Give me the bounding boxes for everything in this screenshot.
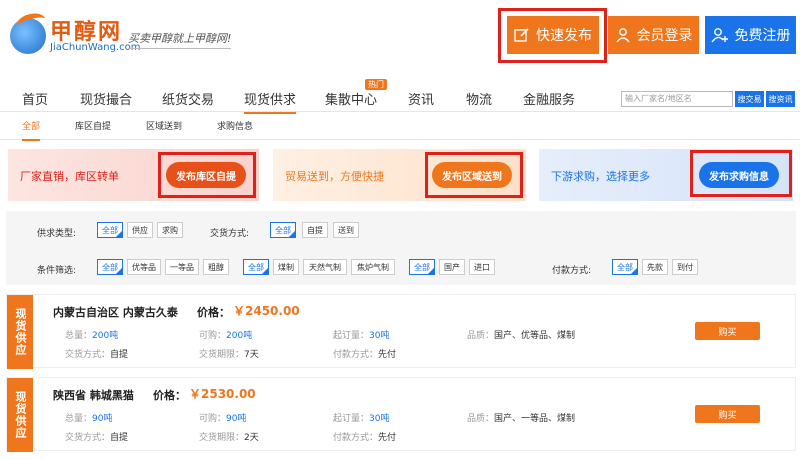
listing-price: ￥2530.00 [189, 387, 256, 401]
logo-english-name: JiaChunWang.com [50, 42, 141, 53]
supply-type-option-supply[interactable]: 供应 [127, 222, 153, 238]
quality-field: 品质：国产、一等品、煤制 [467, 414, 576, 424]
tab-warehouse-pickup[interactable]: 库区自提 [75, 119, 111, 132]
payment-field: 付款方式：先付 [333, 433, 397, 443]
banner-warehouse: 厂家直销，库区转单 发布库区自提 [8, 149, 259, 201]
search-news-button[interactable]: 搜资讯 [766, 91, 795, 107]
publish-regional-delivery-button[interactable]: 发布区域送到 [432, 162, 512, 188]
payment-option-prepay[interactable]: 先款 [642, 259, 668, 275]
listing-card: 现货供应 陕西省 韩城黑猫 价格： ￥2530.00 总量：90吨 可购：90吨… [6, 377, 796, 452]
tab-regional-delivery[interactable]: 区域送到 [146, 119, 182, 132]
price-label: 价格： [197, 306, 230, 319]
process-option-natural-gas[interactable]: 天然气制 [303, 259, 347, 275]
publish-warehouse-pickup-button[interactable]: 发布库区自提 [166, 162, 246, 188]
listing-type-tag: 现货供应 [7, 295, 33, 369]
payment-option-cod[interactable]: 到付 [672, 259, 698, 275]
site-logo[interactable]: 甲醇网 JiaChunWang.com 买卖甲醇就上甲醇网! [10, 10, 250, 58]
listing-card: 现货供应 内蒙古自治区 内蒙古久泰 价格： ￥2450.00 总量：200吨 可… [6, 294, 796, 369]
nav-item-paper-trading[interactable]: 纸货交易 [162, 89, 214, 108]
process-option-all[interactable]: 全部 [243, 259, 269, 275]
free-register-button[interactable]: 免费注册 [705, 16, 796, 54]
grade-option-crude[interactable]: 粗醇 [203, 259, 229, 275]
process-option-coal[interactable]: 煤制 [273, 259, 299, 275]
search-trade-button[interactable]: 搜交易 [735, 91, 764, 107]
delivery-field: 交货方式：自提 [65, 433, 129, 443]
quality-field: 品质：国产、优等品、煤制 [467, 331, 576, 341]
price-label: 价格： [153, 389, 186, 402]
filter-panel: 供求类型: 全部 供应 求购 交货方式: 全部 自提 送到 条件筛选: 全部 优… [6, 211, 796, 285]
min-order-field: 起订量：30吨 [333, 414, 390, 424]
nav-item-finance[interactable]: 金融服务 [523, 89, 575, 108]
buy-button[interactable]: 购买 [695, 322, 760, 340]
payment-option-all[interactable]: 全部 [612, 259, 638, 275]
grade-option-first[interactable]: 一等品 [165, 259, 199, 275]
total-field: 总量：90吨 [65, 414, 113, 424]
banner-purchase: 下游求购，选择更多 发布求购信息 [539, 149, 793, 201]
condition-filter-label: 条件筛选: [37, 266, 77, 276]
logo-slogan: 买卖甲醇就上甲醇网! [128, 30, 232, 49]
supply-type-option-all[interactable]: 全部 [97, 222, 123, 238]
trade-mode-option-delivery[interactable]: 送到 [333, 222, 359, 238]
listing-price: ￥2450.00 [233, 304, 300, 318]
banner-regional-text: 贸易送到，方便快捷 [285, 170, 384, 183]
user-icon [615, 28, 630, 43]
supply-type-option-purchase[interactable]: 求购 [157, 222, 183, 238]
nav-item-home[interactable]: 首页 [22, 89, 48, 108]
origin-option-all[interactable]: 全部 [409, 259, 435, 275]
nav-item-news[interactable]: 资讯 [408, 89, 434, 108]
listing-type-tag: 现货供应 [7, 378, 33, 452]
grade-option-all[interactable]: 全部 [97, 259, 123, 275]
search-input[interactable]: 输入厂家名/地区名 [621, 91, 733, 107]
listing-location[interactable]: 陕西省 韩城黑猫 [53, 387, 134, 403]
process-option-coke-oven-gas[interactable]: 焦炉气制 [351, 259, 395, 275]
quick-publish-button[interactable]: 快速发布 [507, 16, 599, 54]
trade-mode-option-pickup[interactable]: 自提 [302, 222, 328, 238]
site-header: 甲醇网 JiaChunWang.com 买卖甲醇就上甲醇网! 快速发布 会员登录… [0, 0, 800, 76]
grade-option-premium[interactable]: 优等品 [127, 259, 161, 275]
banner-purchase-text: 下游求购，选择更多 [551, 170, 650, 183]
sub-nav: 全部 库区自提 区域送到 求购信息 [0, 112, 800, 141]
nav-item-spot-supply[interactable]: 现货供求 [244, 89, 297, 114]
edit-icon [514, 28, 529, 42]
payment-field: 付款方式：先付 [333, 350, 397, 360]
min-order-field: 起订量：30吨 [333, 331, 390, 341]
member-login-button[interactable]: 会员登录 [608, 16, 699, 54]
delivery-period-field: 交货期限：7天 [199, 350, 259, 360]
available-field: 可购：200吨 [199, 331, 253, 341]
publish-purchase-info-button[interactable]: 发布求购信息 [699, 162, 779, 188]
buy-button[interactable]: 购买 [695, 405, 760, 423]
quick-publish-label: 快速发布 [536, 28, 592, 44]
nav-item-logistics[interactable]: 物流 [466, 89, 492, 108]
member-login-label: 会员登录 [636, 28, 693, 44]
delivery-period-field: 交货期限：2天 [199, 433, 259, 443]
tab-purchase-info[interactable]: 求购信息 [217, 119, 253, 132]
banner-warehouse-text: 厂家直销，库区转单 [20, 170, 119, 183]
delivery-field: 交货方式：自提 [65, 350, 129, 360]
add-user-icon [710, 28, 728, 43]
origin-option-domestic[interactable]: 国产 [439, 259, 465, 275]
trade-mode-label: 交货方式: [210, 229, 250, 239]
hot-badge: 热门 [365, 79, 387, 90]
tab-all[interactable]: 全部 [22, 119, 41, 141]
origin-option-imported[interactable]: 进口 [469, 259, 495, 275]
total-field: 总量：200吨 [65, 331, 119, 341]
supply-type-label: 供求类型: [37, 229, 77, 239]
listing-location[interactable]: 内蒙古自治区 内蒙古久泰 [53, 304, 178, 320]
nav-item-distribution-center[interactable]: 集散中心 [325, 89, 377, 108]
payment-method-label: 付款方式: [552, 266, 592, 276]
nav-item-spot-matching[interactable]: 现货撮合 [80, 89, 132, 108]
free-register-label: 免费注册 [734, 28, 791, 44]
banner-regional: 贸易送到，方便快捷 发布区域送到 [273, 149, 526, 201]
trade-mode-option-all[interactable]: 全部 [270, 222, 296, 238]
available-field: 可购：90吨 [199, 414, 247, 424]
